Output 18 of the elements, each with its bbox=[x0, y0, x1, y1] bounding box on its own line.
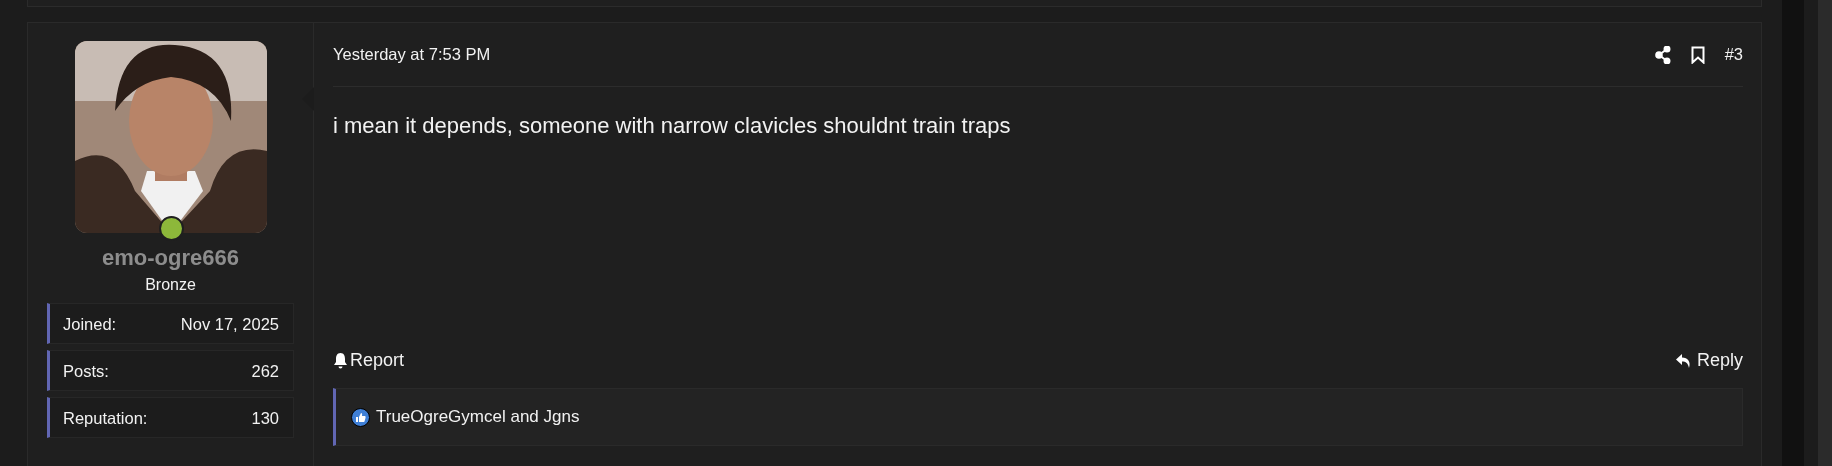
share-icon[interactable] bbox=[1654, 45, 1671, 64]
report-link[interactable]: Report bbox=[333, 347, 405, 374]
bookmark-icon[interactable] bbox=[1690, 45, 1705, 64]
post-number-link[interactable]: #3 bbox=[1724, 42, 1743, 67]
post-date[interactable]: Yesterday at 7:53 PM bbox=[333, 42, 491, 67]
bell-icon bbox=[333, 352, 348, 369]
stat-value: 130 bbox=[251, 407, 279, 429]
reply-link[interactable]: Reply bbox=[1674, 347, 1743, 374]
stat-label: Reputation: bbox=[63, 407, 148, 429]
stat-value: Nov 17, 2025 bbox=[180, 313, 279, 335]
post-message: i mean it depends, someone with narrow clavicles shouldnt train traps bbox=[333, 112, 1012, 140]
stat-value: 262 bbox=[251, 360, 279, 382]
reactions-list[interactable]: TrueOgreGymcel and Jgns bbox=[376, 404, 580, 430]
stat-label: Posts: bbox=[63, 360, 109, 382]
username[interactable]: emo-ogre666 bbox=[102, 245, 239, 272]
thumbs-up-icon[interactable] bbox=[351, 407, 370, 427]
user-title: Bronze bbox=[145, 275, 196, 296]
stat-label: Joined: bbox=[63, 313, 117, 335]
